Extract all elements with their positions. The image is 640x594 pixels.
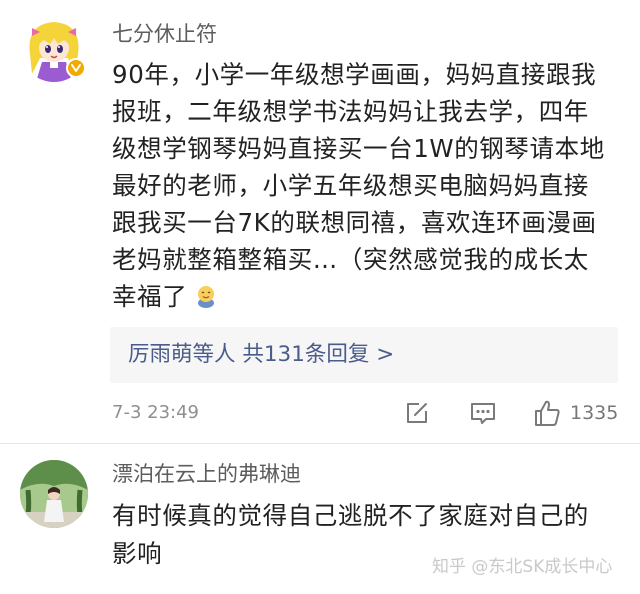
comment-username[interactable]: 漂泊在云上的弗琳迪 <box>112 460 301 488</box>
comment-timestamp: 7-3 23:49 <box>112 402 199 423</box>
comment-divider <box>0 443 640 444</box>
comment-line: 报班，二年级想学书法妈妈让我去学，四年 <box>112 97 589 126</box>
view-replies-button[interactable]: 厉雨萌等人 共131条回复 > <box>110 327 618 383</box>
replies-summary[interactable]: 厉雨萌等人 共131条回复 > <box>128 340 394 370</box>
watermark: 知乎 @东北SK成长中心 <box>432 557 613 577</box>
comment-line: 级想学钢琴妈妈直接买一台1W的钢琴请本地 <box>112 134 605 163</box>
like-count: 1335 <box>570 402 619 424</box>
quote-edit-icon[interactable] <box>404 400 430 430</box>
reply-count[interactable]: 共131条回复 <box>242 342 369 367</box>
smiling-baby-emoji-icon <box>193 282 219 319</box>
reply-comment-icon[interactable] <box>469 400 497 430</box>
thumbs-up-icon[interactable] <box>532 398 562 432</box>
comment-text: 90年，小学一年级想学画画，妈妈直接跟我 报班，二年级想学书法妈妈让我去学，四年… <box>112 56 620 319</box>
comment-line: 最好的老师，小学五年级想买电脑妈妈直接 <box>112 171 589 200</box>
comment-line: 90年，小学一年级想学画画，妈妈直接跟我 <box>112 60 597 89</box>
avatar[interactable] <box>20 460 88 528</box>
comment-line: 跟我买一台7K的联想同禧，喜欢连环画漫画 <box>112 208 597 237</box>
chevron-right-icon: > <box>376 342 395 367</box>
comment-line-text: 幸福了 <box>112 282 188 311</box>
comment-line: 老妈就整箱整箱买…（突然感觉我的成长太 <box>112 245 589 274</box>
verified-badge-icon <box>66 58 86 78</box>
reply-participants[interactable]: 厉雨萌等人 <box>128 342 236 367</box>
comment-username[interactable]: 七分休止符 <box>112 20 217 48</box>
comment-line: 有时候真的觉得自己逃脱不了家庭对自己的 <box>112 501 589 530</box>
comment-line-last: 幸福了 <box>112 278 620 319</box>
